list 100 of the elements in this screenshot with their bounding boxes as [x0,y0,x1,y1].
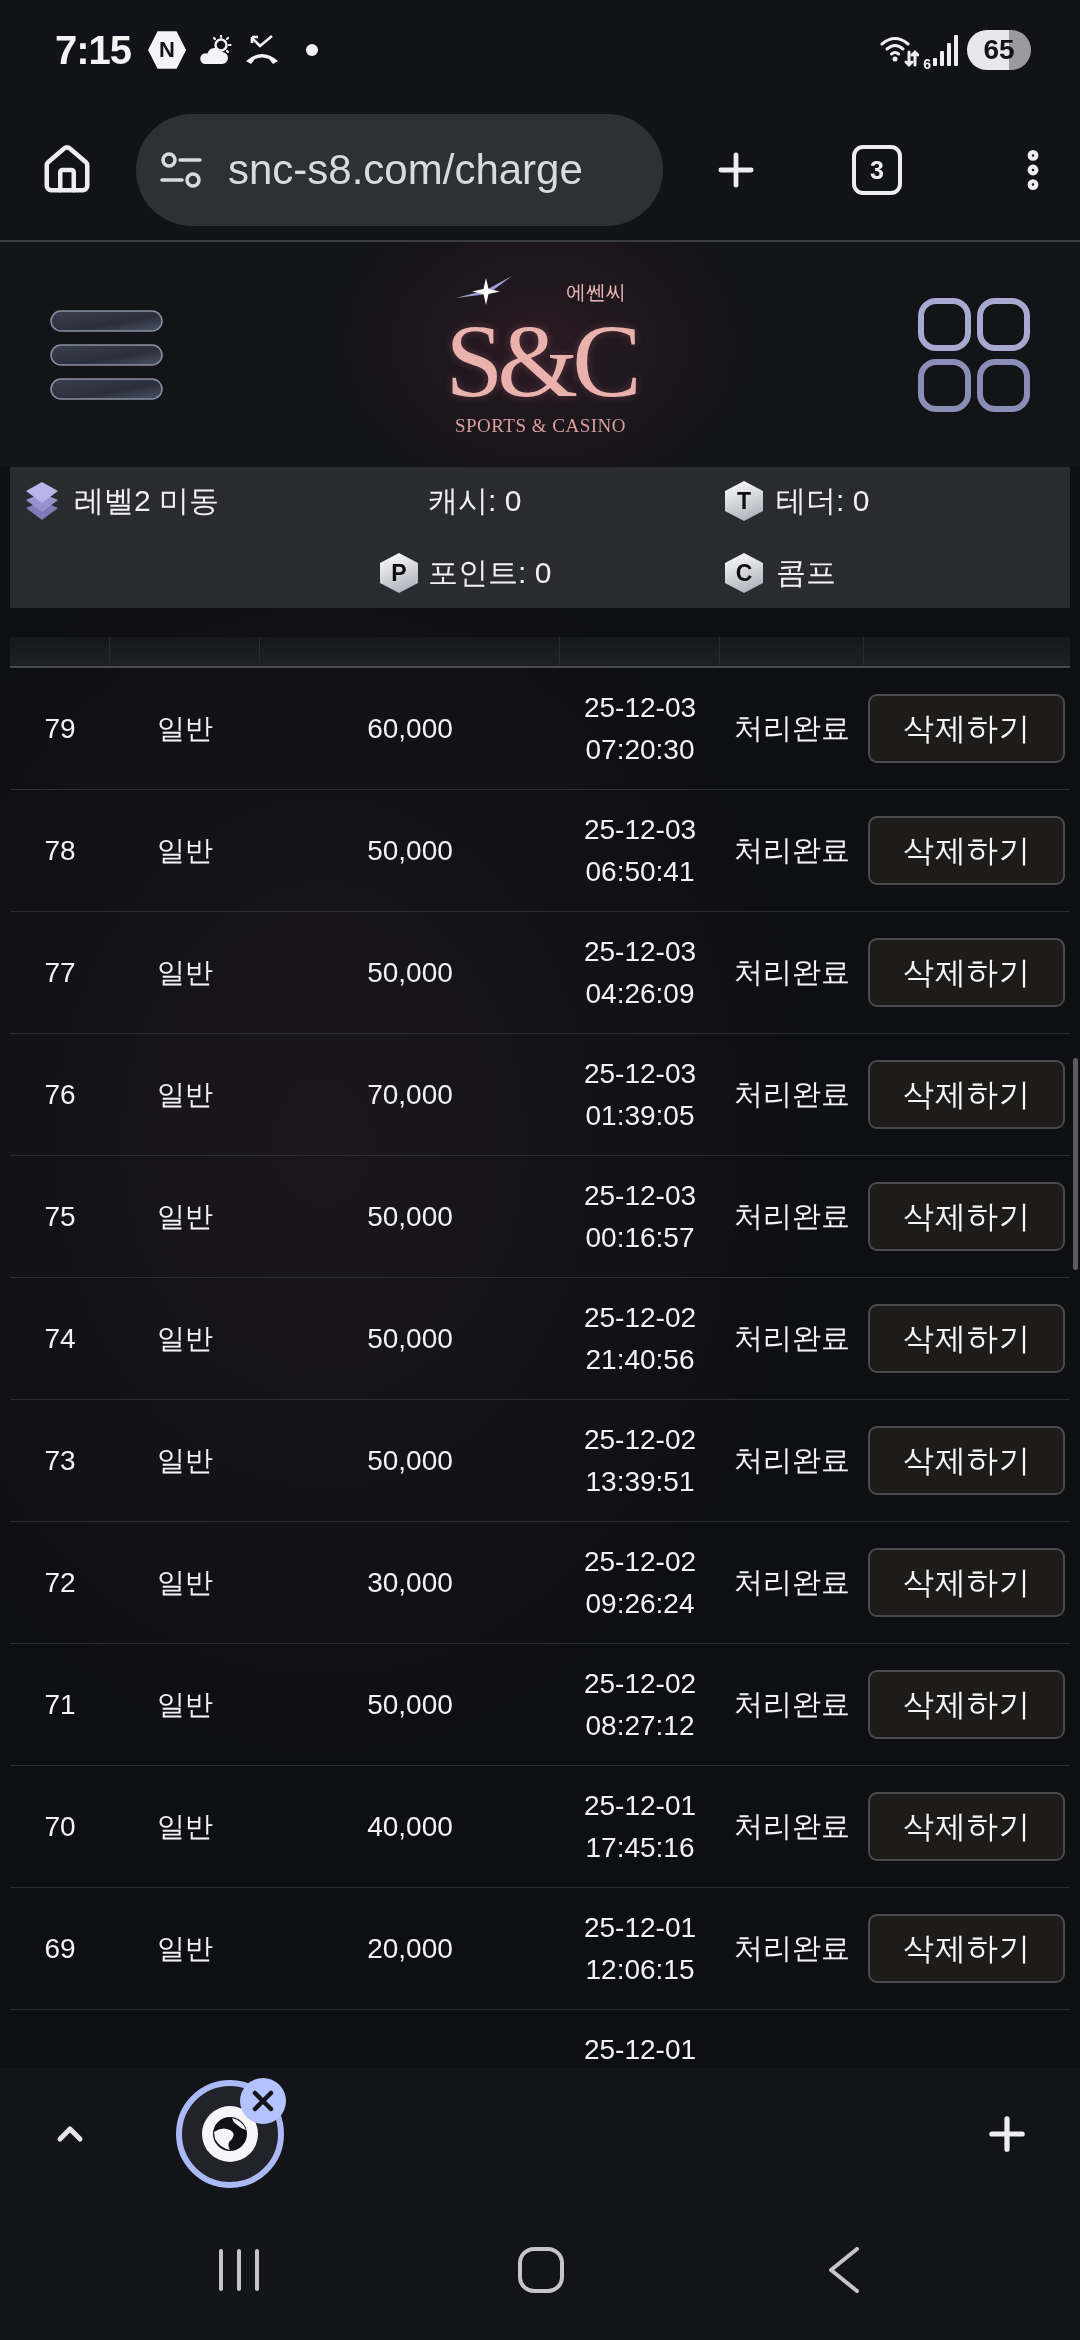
status-text: 처리완료 [734,1930,850,1966]
request-date: 25-12-03 [583,812,697,847]
charge-type: 일반 [157,1565,213,1600]
level-label: 레벨2 미동 [74,482,220,519]
url-text: snc-s8.com/charge [228,146,583,194]
delete-button[interactable]: 삭제하기 [868,1426,1065,1495]
charge-type: 일반 [157,1443,213,1478]
charge-type: 일반 [157,1931,213,1966]
logo-korean-name: 에쎈씨 [565,279,626,305]
charge-amount: 20,000 [367,1932,453,1965]
request-time: 06:50:41 [585,854,695,889]
delete-button[interactable]: 삭제하기 [868,1304,1065,1373]
clock-time: 7:15 [55,27,132,73]
status-text: 처리완료 [734,1564,850,1600]
status-text: 처리완료 [734,1076,850,1112]
scrollbar-thumb[interactable] [1073,1058,1078,1270]
tether-balance: 테더: 0 [776,482,870,519]
charge-type: 일반 [157,955,213,990]
logo-tagline: SPORTS & CASINO [454,415,627,438]
menu-icon[interactable] [50,309,163,400]
row-number: 69 [44,1932,76,1965]
charge-amount: 50,000 [367,956,453,989]
globe-icon [202,2106,258,2162]
charge-type: 일반 [157,1809,213,1844]
hexagon-badge: P [380,553,418,593]
cash-balance: 캐시: 0 [428,482,522,519]
charge-amount: 50,000 [367,1444,453,1477]
delete-button[interactable]: 삭제하기 [868,1548,1065,1617]
request-date: 25-12-01 [583,2032,697,2067]
delete-button[interactable]: 삭제하기 [868,694,1065,763]
status-text: 처리완료 [734,1320,850,1356]
close-icon[interactable] [240,2078,286,2124]
delete-button[interactable]: 삭제하기 [868,1914,1065,1983]
request-time: 08:27:12 [585,1708,695,1743]
request-date: 25-12-03 [583,690,697,725]
charge-amount: 50,000 [367,1200,453,1233]
status-text: 처리완료 [734,710,850,746]
delete-button[interactable]: 삭제하기 [868,938,1065,1007]
request-time: 17:45:16 [585,1830,695,1865]
delete-button[interactable]: 삭제하기 [868,1060,1065,1129]
charge-amount: 60,000 [367,712,453,745]
status-text: 처리완료 [734,1808,850,1844]
tab-count-button[interactable]: 3 [852,145,902,195]
delete-button[interactable]: 삭제하기 [868,1792,1065,1861]
points-balance: 포인트: 0 [428,554,552,591]
request-date: 25-12-02 [583,1666,697,1701]
request-time: 04:26:09 [585,976,695,1011]
request-time: 09:26:24 [585,1586,695,1621]
row-number: 70 [44,1810,76,1843]
grid-icon[interactable] [918,297,1030,412]
charge-type: 일반 [157,1321,213,1356]
home-icon[interactable] [518,2247,564,2293]
request-time: 00:16:57 [585,1220,695,1255]
site-settings-icon[interactable] [160,152,202,188]
request-date: 25-12-02 [583,1300,697,1335]
status-text: 처리완료 [734,832,850,868]
comp-link[interactable]: 콤프 [776,552,836,594]
row-number: 77 [44,956,76,989]
request-date: 25-12-03 [583,1056,697,1091]
wifi-standard-label: 6 [923,56,931,72]
request-date: 25-12-03 [583,1178,697,1213]
charge-amount: 30,000 [367,1566,453,1599]
request-date: 25-12-02 [583,1422,697,1457]
charge-amount: 50,000 [367,834,453,867]
row-number: 71 [44,1688,76,1721]
signal-icon [933,34,959,66]
layers-icon [24,481,60,521]
charge-type: 일반 [157,1687,213,1722]
back-icon[interactable] [828,2247,860,2293]
request-date: 25-12-02 [583,1544,697,1579]
request-time: 13:39:51 [585,1464,695,1499]
row-number: 76 [44,1078,76,1111]
address-bar[interactable]: snc-s8.com/charge [136,114,663,226]
row-number: 78 [44,834,76,867]
request-date: 25-12-01 [583,1910,697,1945]
delete-button[interactable]: 삭제하기 [868,1182,1065,1251]
status-text: 처리완료 [734,954,850,990]
row-number: 75 [44,1200,76,1233]
logo-mark: S&C [445,305,636,416]
charge-amount: 50,000 [367,1688,453,1721]
request-date: 25-12-03 [583,934,697,969]
request-time: 01:39:05 [585,1098,695,1133]
status-text: 처리완료 [734,1686,850,1722]
row-number: 79 [44,712,76,745]
delete-button[interactable]: 삭제하기 [868,816,1065,885]
request-time: 07:20:30 [585,732,695,767]
status-text: 처리완료 [734,1198,850,1234]
request-time: 21:40:56 [585,1342,695,1377]
charge-type: 일반 [157,1077,213,1112]
charge-amount: 50,000 [367,1322,453,1355]
row-number: 74 [44,1322,76,1355]
delete-button[interactable]: 삭제하기 [868,1670,1065,1739]
row-number: 73 [44,1444,76,1477]
charge-amount: 70,000 [367,1078,453,1111]
hexagon-badge: C [725,553,763,593]
battery-indicator: 65 [967,30,1031,70]
charge-amount: 40,000 [367,1810,453,1843]
request-time: 12:06:15 [585,1952,695,1987]
recent-apps-icon[interactable] [218,2248,260,2292]
app-notification-badge: N [148,30,187,70]
